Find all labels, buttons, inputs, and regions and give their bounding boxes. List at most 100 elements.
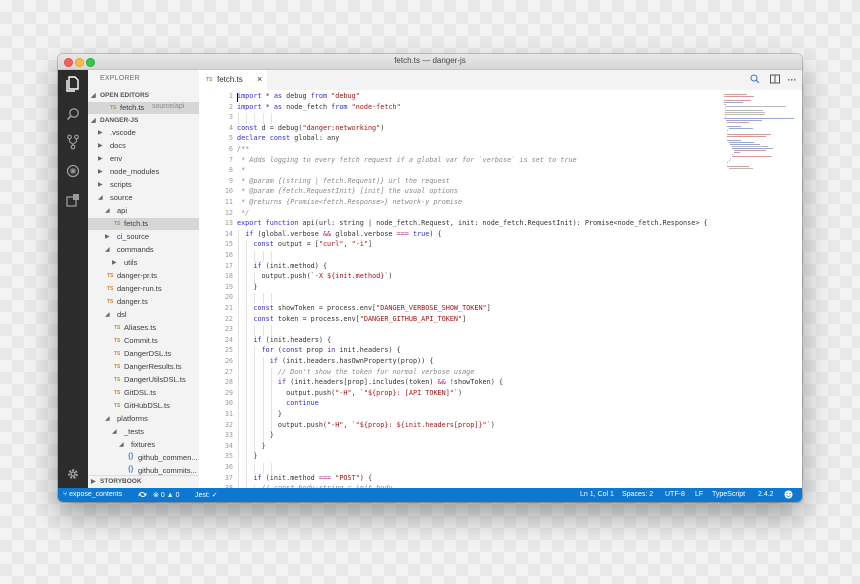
- project-label: DANGER-JS: [100, 117, 139, 124]
- chevron-down-icon: ◢: [98, 195, 103, 201]
- tree-folder[interactable]: ▶ utils: [88, 257, 199, 269]
- close-icon[interactable]: ×: [257, 74, 262, 84]
- tree-file[interactable]: TS DangerResults.ts: [88, 361, 199, 373]
- open-editor-item[interactable]: TS fetch.ts source/api: [88, 102, 199, 114]
- tree-folder[interactable]: ◢ platforms: [88, 413, 199, 425]
- code-line: *: [237, 166, 246, 175]
- tree-item-label: commands: [117, 245, 154, 254]
- tree-file[interactable]: TS DangerDSL.ts: [88, 348, 199, 360]
- tree-folder[interactable]: ◢ dsl: [88, 309, 199, 321]
- project-section[interactable]: ◢ DANGER-JS: [88, 115, 199, 127]
- code-line: if (init.method) {: [253, 261, 328, 270]
- warning-icon: ▲: [166, 492, 174, 499]
- tree-folder[interactable]: ▶ .vscode: [88, 127, 199, 139]
- tree-folder[interactable]: ◢ commands: [88, 244, 199, 256]
- tree-folder[interactable]: ◢ fixtures: [88, 439, 199, 451]
- open-editor-path: source/api: [152, 103, 185, 110]
- tree-item-label: node_modules: [110, 167, 160, 176]
- tree-file[interactable]: TS danger.ts: [88, 296, 199, 308]
- sync-icon[interactable]: [138, 491, 147, 500]
- tree-file[interactable]: TS fetch.ts: [88, 218, 199, 230]
- minimap-line: [724, 96, 754, 97]
- typescript-file-icon: TS: [107, 273, 114, 279]
- line-number: 23: [224, 325, 233, 334]
- tree-folder[interactable]: ▶ ci_source: [88, 231, 199, 243]
- typescript-file-icon: TS: [114, 364, 121, 370]
- tree-file[interactable]: TS Aliases.ts: [88, 322, 199, 334]
- line-number: 8: [228, 166, 233, 175]
- search-icon[interactable]: [65, 106, 81, 122]
- code-line: continue: [286, 399, 319, 408]
- indent-guide: [254, 113, 256, 124]
- line-number: 32: [224, 420, 233, 429]
- json-file-icon: {}: [128, 453, 134, 460]
- minimap-line: [724, 108, 726, 109]
- cursor-position[interactable]: Ln 1, Col 1: [580, 491, 614, 498]
- split-editor-icon[interactable]: [769, 74, 781, 86]
- encoding-status[interactable]: UTF-8: [665, 491, 685, 498]
- branch-status[interactable]: ⑂ expose_contents: [63, 491, 122, 498]
- language-status[interactable]: TypeScript: [712, 491, 745, 498]
- indent-guide: [254, 293, 256, 304]
- tree-folder[interactable]: ▶ node_modules: [88, 166, 199, 178]
- code-editor[interactable]: 1 2 3 4 5 6 7 8 9 10 11 12 13 14 15 16 17 18 19 20 21 22 23 24 2…: [199, 90, 802, 488]
- tree-folder[interactable]: ◢ source: [88, 192, 199, 204]
- code-line: output.push("-H", `"${prop}: ${init.head…: [237, 420, 495, 429]
- tree-item-label: ci_source: [117, 232, 150, 241]
- source-control-icon[interactable]: [65, 134, 81, 150]
- code-line: */: [237, 208, 250, 217]
- open-editor-name: fetch.ts: [120, 103, 145, 112]
- git-branch-icon: ⑂: [63, 491, 68, 498]
- more-actions-icon[interactable]: ···: [786, 74, 798, 86]
- tree-folder[interactable]: ◢ _tests: [88, 426, 199, 438]
- error-count: 0: [160, 492, 165, 499]
- debug-icon[interactable]: [65, 163, 81, 179]
- storybook-section[interactable]: ▶ STORYBOOK: [88, 475, 199, 488]
- tree-file[interactable]: {} github_commen...: [88, 452, 199, 464]
- tree-folder[interactable]: ▶ docs: [88, 140, 199, 152]
- ts-version-status[interactable]: 2.4.2: [758, 491, 774, 498]
- typescript-file-icon: TS: [107, 299, 114, 305]
- typescript-file-icon: TS: [114, 325, 121, 331]
- minimap-line: [732, 154, 733, 155]
- tab-fetch-ts[interactable]: TS fetch.ts ×: [199, 70, 267, 90]
- open-changes-icon[interactable]: [749, 74, 761, 86]
- jest-status[interactable]: Jest: ✓: [195, 491, 218, 499]
- minimap-line: [724, 100, 751, 101]
- code-line: }: [237, 410, 283, 418]
- tree-folder[interactable]: ▶ env: [88, 153, 199, 165]
- tree-file[interactable]: TS Commit.ts: [88, 335, 199, 347]
- chevron-down-icon: ◢: [105, 208, 110, 214]
- open-editors-section[interactable]: ◢ OPEN EDITORS: [88, 90, 199, 102]
- line-number: 22: [224, 314, 233, 323]
- tree-file[interactable]: TS danger-run.ts: [88, 283, 199, 295]
- code-line: }: [237, 282, 258, 291]
- settings-gear-icon[interactable]: [65, 466, 81, 482]
- tree-folder[interactable]: ▶ scripts: [88, 179, 199, 191]
- tree-file[interactable]: TS GitHubDSL.ts: [88, 400, 199, 412]
- problems-status[interactable]: ⊗ 0 ▲ 0: [153, 491, 179, 499]
- code-line: output.push(`-X ${init.method}`): [237, 272, 393, 281]
- extensions-icon[interactable]: [65, 192, 81, 208]
- eol-status[interactable]: LF: [695, 491, 703, 498]
- code-line: const output = ["curl", "-i"]: [253, 240, 373, 249]
- minimap-line: [724, 114, 766, 115]
- window-title: fetch.ts — danger-js: [394, 56, 466, 65]
- tree-item-label: docs: [110, 141, 126, 150]
- explorer-icon[interactable]: [65, 76, 81, 92]
- tree-folder[interactable]: ◢ api: [88, 205, 199, 217]
- indentation-status[interactable]: Spaces: 2: [622, 491, 653, 498]
- code-line: if (init.method === "POST") {: [253, 473, 373, 482]
- code-line: * @returns {Promise<fetch.Response>} net…: [237, 198, 463, 206]
- tree-item-label: DangerResults.ts: [124, 362, 182, 371]
- tree-file[interactable]: TS DangerUtilsDSL.ts: [88, 374, 199, 386]
- tree-file[interactable]: TS danger-pr.ts: [88, 270, 199, 282]
- minimap-line: [728, 128, 753, 129]
- chevron-down-icon: ◢: [105, 416, 110, 422]
- jest-label: Jest:: [195, 492, 210, 499]
- feedback-smiley-icon[interactable]: [784, 490, 793, 501]
- tree-item-label: DangerDSL.ts: [124, 349, 172, 358]
- line-number: 28: [224, 378, 233, 387]
- tree-file[interactable]: TS GitDSL.ts: [88, 387, 199, 399]
- minimap[interactable]: [722, 90, 802, 488]
